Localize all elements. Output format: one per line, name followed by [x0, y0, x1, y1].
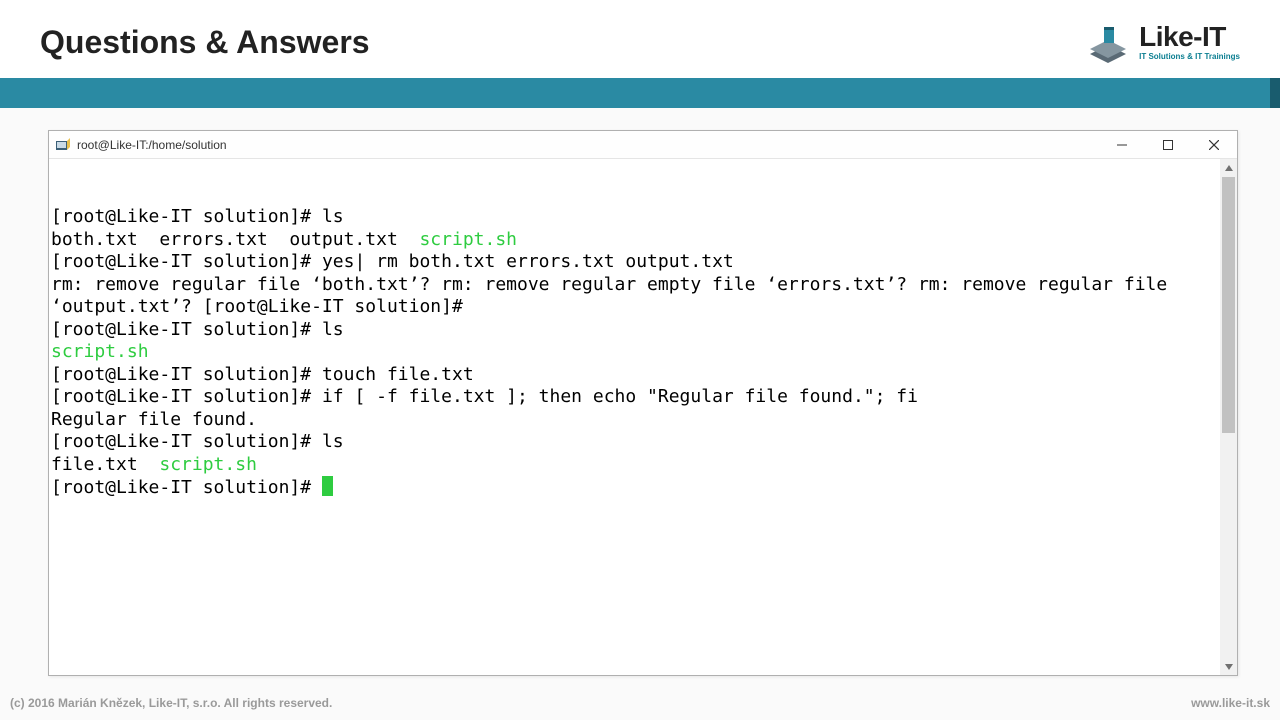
maximize-button[interactable] [1145, 131, 1191, 158]
close-button[interactable] [1191, 131, 1237, 158]
divider-bar [0, 78, 1280, 108]
scroll-down-icon[interactable] [1220, 658, 1237, 675]
output-executable: script.sh [419, 229, 517, 250]
output-executable: script.sh [159, 454, 257, 475]
output: both.txt errors.txt output.txt [51, 229, 419, 250]
output: Regular file found. [51, 409, 257, 430]
window-controls [1099, 131, 1237, 158]
prompt: [root@Like-IT solution]# [51, 319, 322, 340]
output: file.txt [51, 454, 159, 475]
cmd: ls [322, 206, 344, 227]
cmd: yes| rm both.txt errors.txt output.txt [322, 251, 734, 272]
prompt: [root@Like-IT solution]# [51, 431, 322, 452]
minimize-button[interactable] [1099, 131, 1145, 158]
slide-header: Questions & Answers Like-IT IT Solutions… [0, 0, 1280, 78]
scrollbar[interactable] [1220, 159, 1237, 675]
prompt: [root@Like-IT solution]# [51, 251, 322, 272]
cmd: ls [322, 319, 344, 340]
putty-icon [55, 137, 71, 153]
prompt: [root@Like-IT solution]# [51, 386, 322, 407]
prompt: [root@Like-IT solution]# [51, 206, 322, 227]
terminal-window: root@Like-IT:/home/solution [root@Like-I… [48, 130, 1238, 676]
output: rm: remove regular file ‘both.txt’? rm: … [51, 274, 1178, 318]
window-title: root@Like-IT:/home/solution [77, 138, 227, 152]
cursor-block [322, 476, 333, 496]
terminal-body[interactable]: [root@Like-IT solution]# ls both.txt err… [49, 159, 1237, 675]
copyright: (c) 2016 Marián Knězek, Like-IT, s.r.o. … [10, 696, 332, 710]
cmd: if [ -f file.txt ]; then echo "Regular f… [322, 386, 918, 407]
footer-url: www.like-it.sk [1191, 696, 1270, 710]
prompt: [root@Like-IT solution]# [51, 364, 322, 385]
logo-brand: Like-IT [1139, 23, 1240, 51]
prompt: [root@Like-IT solution]# [51, 477, 322, 498]
footer: (c) 2016 Marián Knězek, Like-IT, s.r.o. … [0, 696, 1280, 710]
scroll-up-icon[interactable] [1220, 159, 1237, 176]
output-executable: script.sh [51, 341, 149, 362]
logo-tagline: IT Solutions & IT Trainings [1139, 53, 1240, 61]
logo-mark-icon [1087, 21, 1129, 63]
page-title: Questions & Answers [40, 24, 370, 61]
logo: Like-IT IT Solutions & IT Trainings [1087, 21, 1240, 63]
cmd: ls [322, 431, 344, 452]
window-titlebar[interactable]: root@Like-IT:/home/solution [49, 131, 1237, 159]
cmd: touch file.txt [322, 364, 474, 385]
scroll-thumb[interactable] [1222, 177, 1235, 433]
